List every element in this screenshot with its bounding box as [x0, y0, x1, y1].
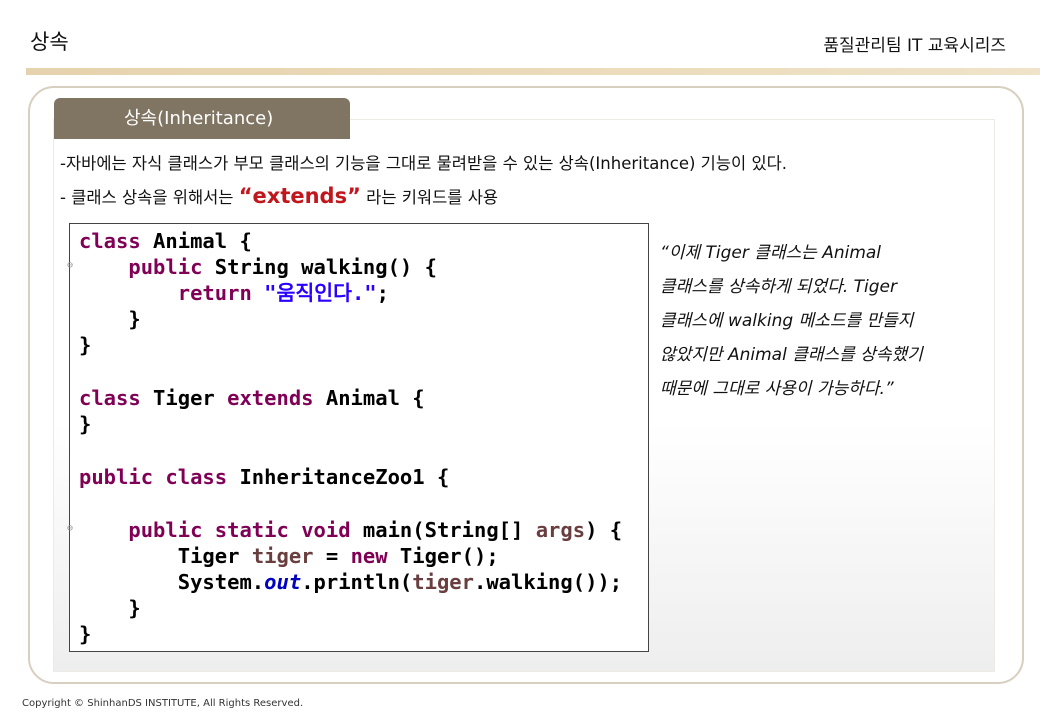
code-line: public String walking() {	[128, 255, 437, 279]
fold-marker-icon[interactable]: ⊖	[67, 260, 73, 271]
bullet-2-prefix: - 클래스 상속을 위해서는	[60, 188, 239, 207]
code-line: }	[79, 622, 92, 646]
code-line: return "움직인다.";	[177, 281, 389, 305]
code-line: public class InheritanceZoo1 {	[79, 465, 450, 489]
code-line: }	[79, 333, 92, 357]
bullet-inheritance-description: -자바에는 자식 클래스가 부모 클래스의 기능을 그대로 물려받을 수 있는 …	[60, 150, 787, 174]
side-note: “이제 Tiger 클래스는 Animal 클래스를 상속하게 되었다. Tig…	[660, 236, 970, 406]
code-line: public static void main(String[] args) {	[128, 518, 623, 542]
bullet-extends-keyword: - 클래스 상속을 위해서는 “extends” 라는 키워드를 사용	[60, 184, 498, 208]
copyright: Copyright © ShinhanDS INSTITUTE, All Rig…	[22, 698, 304, 709]
code-line: Tiger tiger = new Tiger();	[165, 544, 499, 568]
header-rule	[26, 68, 1040, 75]
side-note-line: 클래스에 walking 메소드를 만들지	[660, 311, 914, 331]
code-line: }	[79, 412, 92, 436]
header-series-label: 품질관리팀 IT 교육시리즈	[823, 36, 1006, 56]
bullet-2-suffix: 라는 키워드를 사용	[360, 188, 499, 207]
extends-keyword: “extends”	[238, 184, 361, 208]
section-tab: 상속(Inheritance)	[54, 98, 350, 139]
header-title: 상속	[30, 30, 69, 54]
side-note-line: 않았지만 Animal 클래스를 상속했기	[660, 345, 923, 365]
code-line: }	[128, 596, 141, 620]
code-line: System.out.println(tiger.walking());	[165, 570, 623, 594]
bullet-1-text: -자바에는 자식 클래스가 부모 클래스의 기능을 그대로 물려받을 수 있는 …	[60, 154, 788, 173]
code-box: class Animal { ⊖ public String walking()…	[67, 223, 649, 652]
code-line: class Animal {	[79, 229, 252, 253]
side-note-line: 클래스를 상속하게 되었다. Tiger	[660, 277, 898, 297]
code-line: }	[128, 307, 141, 331]
side-note-line: “이제 Tiger 클래스는 Animal	[660, 243, 882, 263]
side-note-line: 때문에 그대로 사용이 가능하다.”	[660, 379, 894, 399]
code-line: class Tiger extends Animal {	[79, 386, 425, 410]
fold-marker-icon[interactable]: ⊖	[67, 523, 73, 534]
